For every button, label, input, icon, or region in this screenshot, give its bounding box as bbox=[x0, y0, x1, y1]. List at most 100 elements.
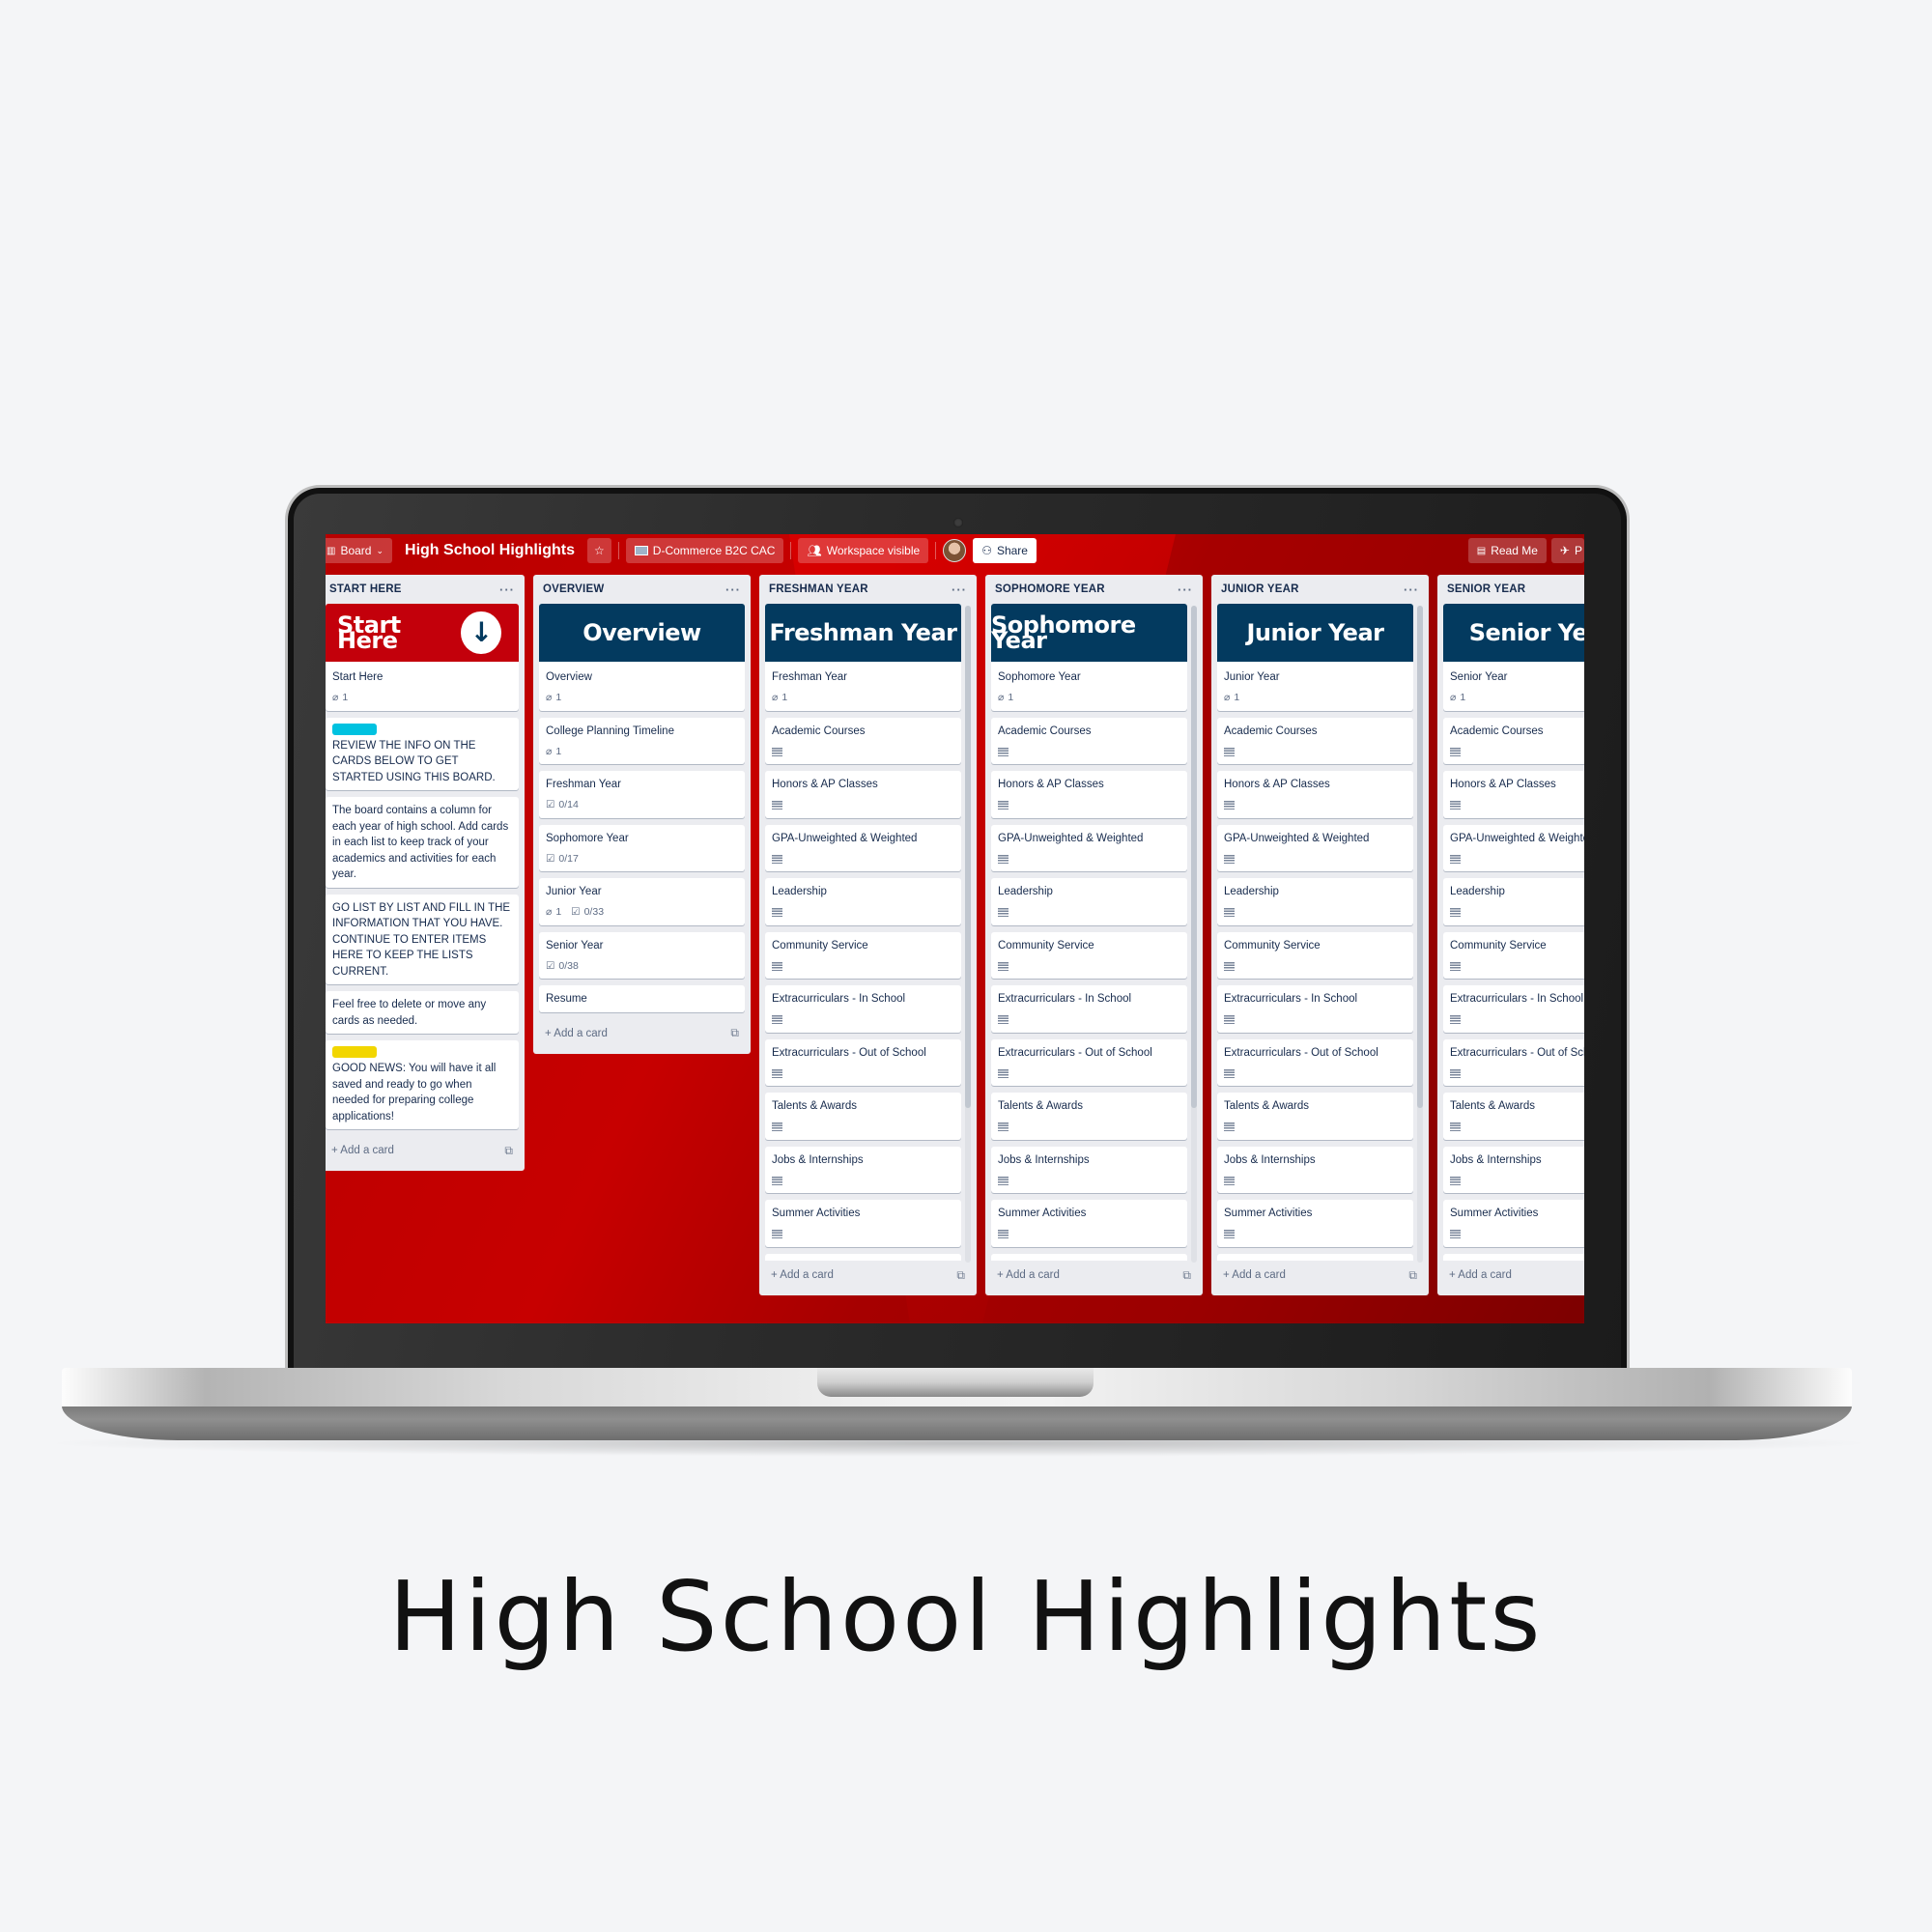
card[interactable]: Academic Courses bbox=[991, 717, 1187, 764]
more-icon[interactable]: ··· bbox=[725, 582, 741, 597]
card[interactable]: GOOD NEWS: You will have it all saved an… bbox=[326, 1040, 519, 1129]
board-title[interactable]: High School Highlights bbox=[399, 542, 581, 559]
power-ups-button[interactable]: ✈︎ P bbox=[1550, 538, 1584, 563]
card[interactable]: Travel bbox=[991, 1253, 1187, 1261]
card[interactable]: Community Service bbox=[991, 931, 1187, 979]
card[interactable]: Senior Year Senior Year ⌀1 bbox=[1443, 604, 1584, 711]
card[interactable]: Freshman Year Freshman Year ⌀ 1 bbox=[765, 604, 961, 711]
card[interactable]: The board contains a column for each yea… bbox=[326, 797, 519, 888]
card[interactable]: Summer Activities bbox=[1443, 1200, 1584, 1247]
card[interactable]: Community Service bbox=[1217, 931, 1413, 979]
card[interactable]: Academic Courses bbox=[1217, 717, 1413, 764]
card[interactable]: Extracurriculars - Out of School bbox=[1217, 1038, 1413, 1086]
card[interactable]: Extracurriculars - Out of School bbox=[991, 1038, 1187, 1086]
webcam bbox=[953, 518, 963, 527]
card[interactable]: Talents & Awards bbox=[1217, 1093, 1413, 1140]
more-icon[interactable]: ··· bbox=[499, 582, 515, 597]
card[interactable]: Talents & Awards bbox=[1443, 1093, 1584, 1140]
divider bbox=[617, 542, 619, 559]
card[interactable]: College Planning Timeline ⌀ 1 bbox=[539, 717, 745, 764]
card[interactable]: GPA-Unweighted & Weighted bbox=[765, 824, 961, 871]
card[interactable]: Leadership bbox=[1217, 878, 1413, 925]
card[interactable]: Start Here ↓ Start Here ⌀ 1 bbox=[326, 604, 519, 711]
add-card-button[interactable]: + Add a card ⧉ bbox=[1217, 1261, 1423, 1290]
card[interactable]: Leadership bbox=[765, 878, 961, 925]
card[interactable]: Academic Courses bbox=[765, 717, 961, 764]
card[interactable]: Travel bbox=[765, 1253, 961, 1261]
more-icon[interactable]: ··· bbox=[1404, 582, 1419, 597]
list-header[interactable]: SOPHOMORE YEAR ··· bbox=[991, 575, 1197, 604]
visibility-button[interactable]: 👥︎ Workspace visible bbox=[798, 538, 929, 563]
card[interactable]: Honors & AP Classes bbox=[1217, 771, 1413, 818]
list-header[interactable]: OVERVIEW ··· bbox=[539, 575, 745, 604]
card[interactable]: Extracurriculars - Out of School bbox=[1443, 1038, 1584, 1086]
card[interactable]: Summer Activities bbox=[991, 1200, 1187, 1247]
card[interactable]: Freshman Year ☑ 0/14 bbox=[539, 771, 745, 818]
card[interactable]: Travel bbox=[1217, 1253, 1413, 1261]
workspace-button[interactable]: D-Commerce B2C CAC bbox=[625, 538, 784, 563]
card[interactable]: Junior Year ⌀ 1 ☑ 0/33 bbox=[539, 878, 745, 925]
lists-container: START HERE ··· Start Here ↓ Start Here ⌀… bbox=[326, 575, 1584, 1295]
card[interactable]: Community Service bbox=[765, 931, 961, 979]
card[interactable]: Jobs & Internships bbox=[991, 1146, 1187, 1193]
list-header[interactable]: JUNIOR YEAR ··· bbox=[1217, 575, 1423, 604]
add-card-label: Add a card bbox=[1458, 1269, 1512, 1281]
card[interactable]: Extracurriculars - Out of School bbox=[765, 1038, 961, 1086]
card[interactable]: Jobs & Internships bbox=[1217, 1146, 1413, 1193]
card[interactable]: Feel free to delete or move any cards as… bbox=[326, 991, 519, 1034]
card[interactable]: Honors & AP Classes bbox=[1443, 771, 1584, 818]
list-header[interactable]: START HERE ··· bbox=[326, 575, 519, 604]
card[interactable]: Overview Overview ⌀ 1 bbox=[539, 604, 745, 711]
card[interactable]: GPA-Unweighted & Weighted bbox=[1443, 824, 1584, 871]
card[interactable]: Resume bbox=[539, 985, 745, 1012]
card[interactable]: Jobs & Internships bbox=[1443, 1146, 1584, 1193]
card[interactable]: Leadership bbox=[1443, 878, 1584, 925]
star-button[interactable]: ☆ bbox=[587, 538, 611, 563]
card[interactable]: Travel bbox=[1443, 1253, 1584, 1261]
card[interactable]: Extracurriculars - In School bbox=[765, 985, 961, 1033]
card[interactable]: Sophomore Year Sophomore Year ⌀ 1 bbox=[991, 604, 1187, 711]
template-icon[interactable]: ⧉ bbox=[956, 1268, 965, 1283]
template-icon[interactable]: ⧉ bbox=[504, 1144, 513, 1158]
list-header[interactable]: FRESHMAN YEAR ··· bbox=[765, 575, 971, 604]
add-card-button[interactable]: + Add a card ⧉ bbox=[539, 1019, 745, 1048]
description-icon bbox=[998, 1122, 1009, 1131]
card[interactable]: Summer Activities bbox=[765, 1200, 961, 1247]
card[interactable]: Extracurriculars - In School bbox=[991, 985, 1187, 1033]
template-icon[interactable]: ⧉ bbox=[730, 1026, 739, 1040]
card[interactable]: Leadership bbox=[991, 878, 1187, 925]
card[interactable]: GPA-Unweighted & Weighted bbox=[1217, 824, 1413, 871]
template-icon[interactable]: ⧉ bbox=[1182, 1268, 1191, 1283]
add-card-button[interactable]: + Add a card ⧉ bbox=[326, 1136, 519, 1165]
card[interactable]: Junior Year Junior Year ⌀ 1 bbox=[1217, 604, 1413, 711]
share-label: Share bbox=[996, 544, 1028, 557]
list-header[interactable]: SENIOR YEAR ··· bbox=[1443, 575, 1584, 604]
read-me-button[interactable]: ▤ Read Me bbox=[1467, 538, 1547, 563]
more-icon[interactable]: ··· bbox=[1178, 582, 1193, 597]
description-icon bbox=[998, 1015, 1009, 1024]
card[interactable]: Honors & AP Classes bbox=[765, 771, 961, 818]
card[interactable]: Academic Courses bbox=[1443, 717, 1584, 764]
card[interactable]: Summer Activities bbox=[1217, 1200, 1413, 1247]
card[interactable]: Community Service bbox=[1443, 931, 1584, 979]
add-card-button[interactable]: + Add a card ⧉ bbox=[991, 1261, 1197, 1290]
card[interactable]: Extracurriculars - In School bbox=[1443, 985, 1584, 1033]
checklist-count: 0/17 bbox=[558, 852, 579, 865]
card[interactable]: Jobs & Internships bbox=[765, 1146, 961, 1193]
card[interactable]: Talents & Awards bbox=[991, 1093, 1187, 1140]
member-avatar[interactable] bbox=[943, 539, 967, 562]
add-card-button[interactable]: + Add a card ⧉ bbox=[1443, 1261, 1584, 1290]
card[interactable]: Extracurriculars - In School bbox=[1217, 985, 1413, 1033]
board-view-switcher[interactable]: ▥ Board ⌄ bbox=[326, 538, 393, 563]
card[interactable]: Honors & AP Classes bbox=[991, 771, 1187, 818]
card[interactable]: Senior Year ☑ 0/38 bbox=[539, 931, 745, 979]
card[interactable]: GO LIST BY LIST AND FILL IN THE INFORMAT… bbox=[326, 894, 519, 984]
card[interactable]: GPA-Unweighted & Weighted bbox=[991, 824, 1187, 871]
add-card-button[interactable]: + Add a card ⧉ bbox=[765, 1261, 971, 1290]
share-button[interactable]: ⚇ Share bbox=[973, 538, 1037, 563]
template-icon[interactable]: ⧉ bbox=[1408, 1268, 1417, 1283]
card[interactable]: Sophomore Year ☑ 0/17 bbox=[539, 824, 745, 871]
card[interactable]: REVIEW THE INFO ON THE CARDS BELOW TO GE… bbox=[326, 717, 519, 790]
card[interactable]: Talents & Awards bbox=[765, 1093, 961, 1140]
more-icon[interactable]: ··· bbox=[952, 582, 967, 597]
